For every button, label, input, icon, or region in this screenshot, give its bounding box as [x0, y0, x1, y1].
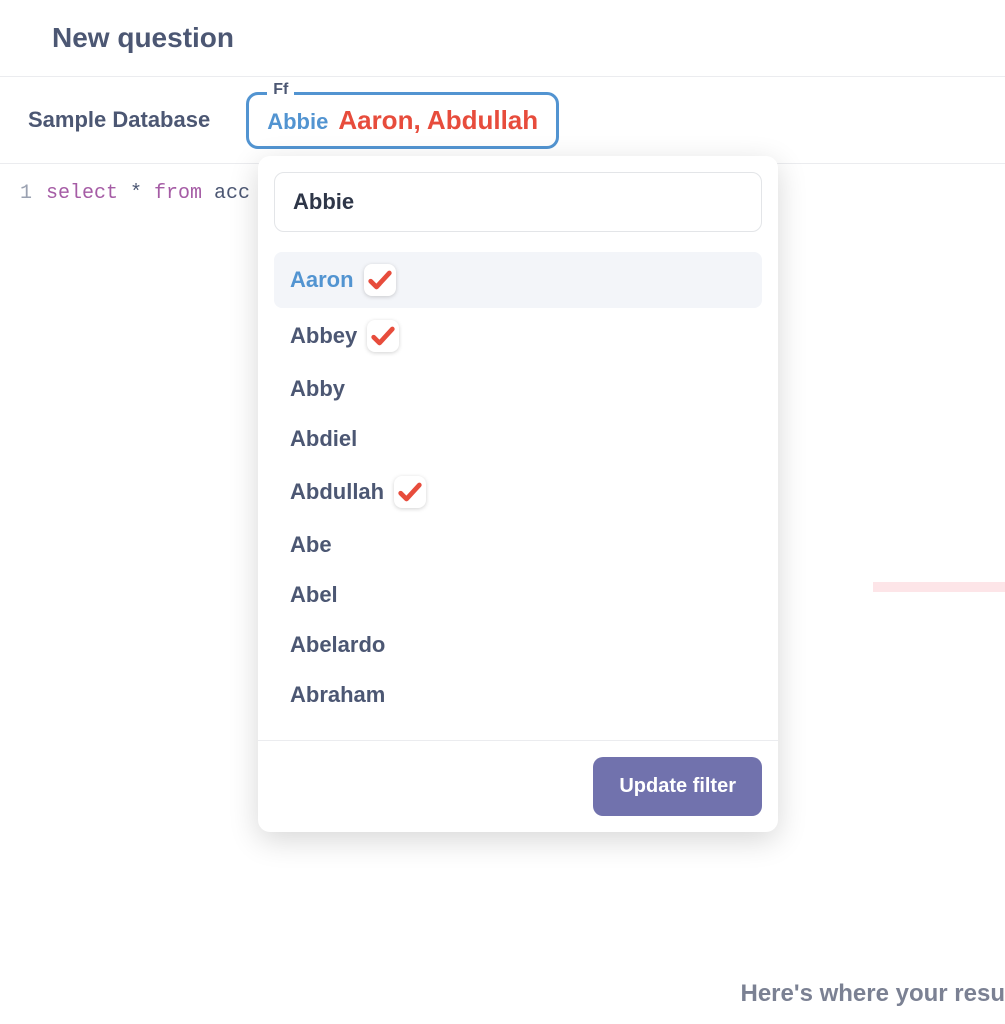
dropdown-footer: Update filter — [258, 740, 778, 832]
dropdown-list: Aaron Abbey Abby Abdiel Abdullah Abe Abel Abela… — [258, 248, 778, 740]
list-item[interactable]: Aaron — [274, 252, 762, 308]
list-item[interactable]: Abelardo — [274, 620, 762, 670]
check-icon — [394, 476, 426, 508]
database-selector[interactable]: Sample Database — [28, 107, 210, 133]
filter-selected-overlay: Aaron, Abdullah — [338, 105, 538, 136]
list-item[interactable]: Abe — [274, 520, 762, 570]
filter-dropdown: Aaron Abbey Abby Abdiel Abdullah Abe Abel Abela… — [258, 156, 778, 832]
list-item-label: Abbey — [290, 323, 357, 349]
decorative-stub — [873, 582, 1005, 592]
list-item-label: Abe — [290, 532, 332, 558]
check-icon — [367, 320, 399, 352]
search-input[interactable] — [293, 189, 743, 215]
update-filter-button[interactable]: Update filter — [593, 757, 762, 816]
list-item[interactable]: Abdiel — [274, 414, 762, 464]
page-title: New question — [52, 22, 953, 54]
list-item-label: Abby — [290, 376, 345, 402]
line-number: 1 — [14, 182, 46, 566]
query-toolbar: Sample Database Ff Abbie Aaron, Abdullah — [0, 76, 1005, 164]
code-keyword: select — [46, 182, 118, 205]
list-item[interactable]: Abbey — [274, 308, 762, 364]
list-item-label: Abdiel — [290, 426, 357, 452]
list-item-label: Aaron — [290, 267, 354, 293]
list-item[interactable]: Abby — [274, 364, 762, 414]
results-hint: Here's where your resu — [741, 980, 1005, 1008]
list-item[interactable]: Abraham — [274, 670, 762, 720]
check-icon — [364, 264, 396, 296]
list-item[interactable]: Abel — [274, 570, 762, 620]
list-item-label: Abdullah — [290, 479, 384, 505]
page-header: New question — [0, 0, 1005, 76]
dropdown-search[interactable] — [274, 172, 762, 232]
list-item[interactable]: Abdullah — [274, 464, 762, 520]
list-item-label: Abel — [290, 582, 338, 608]
code-keyword: from — [154, 182, 202, 205]
list-item-label: Abraham — [290, 682, 385, 708]
code-line: select * from acc — [46, 182, 250, 566]
filter-current-value: Abbie — [267, 109, 328, 135]
filter-field-label: Ff — [267, 81, 294, 99]
filter-field[interactable]: Ff Abbie Aaron, Abdullah — [246, 92, 559, 149]
list-item-label: Abelardo — [290, 632, 385, 658]
